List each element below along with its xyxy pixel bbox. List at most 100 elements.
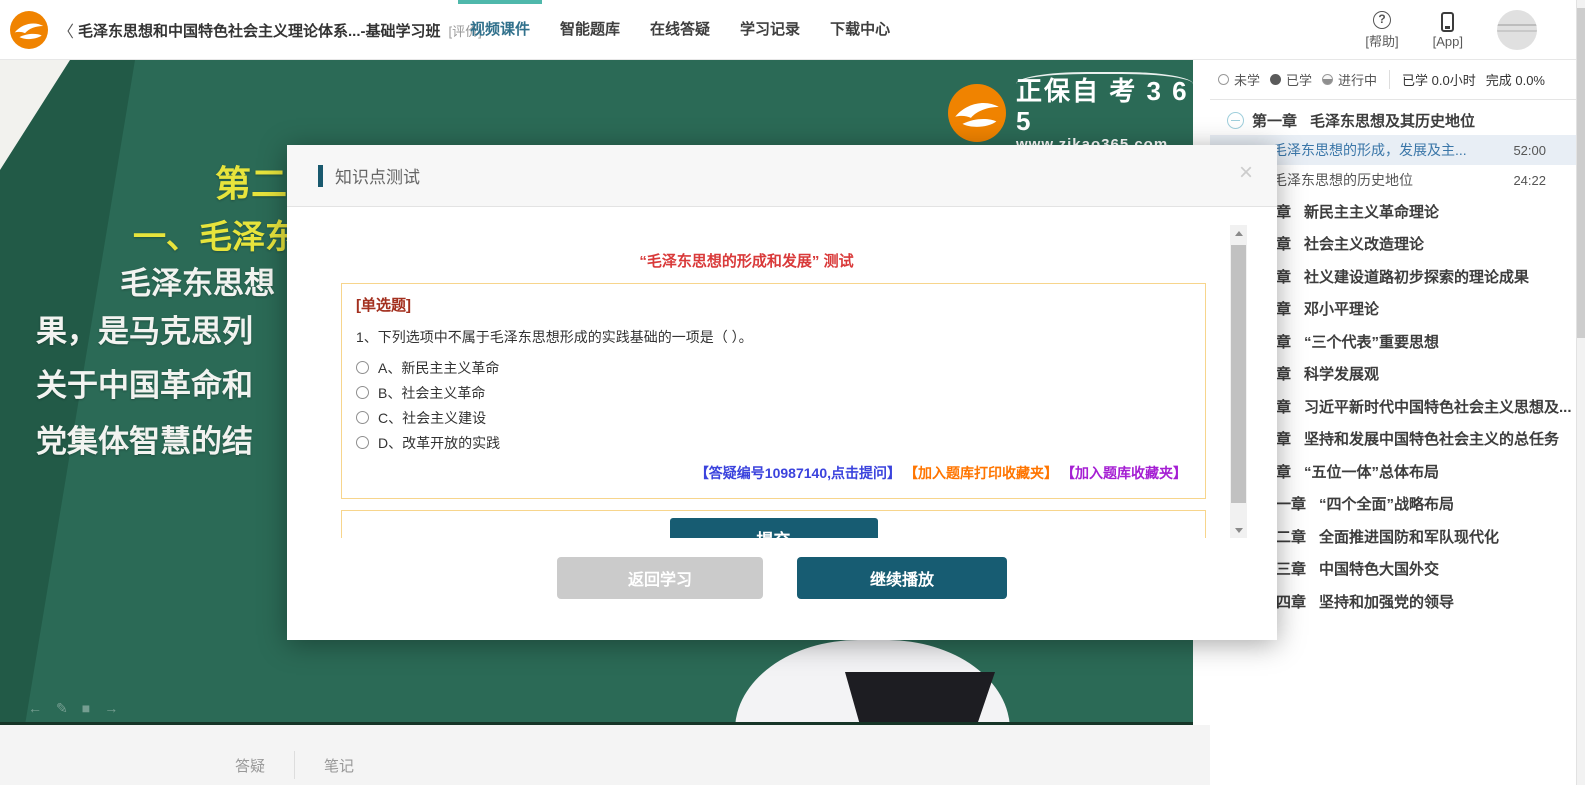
question-link[interactable]: 【加入题库打印收藏夹】 [911, 465, 1058, 481]
quiz-scroll-area: “毛泽东思想的形成和发展” 测试 [单选题] 1、下列选项中不属于毛泽东思想形成… [287, 225, 1247, 538]
legend-unlearned-label: 未学 [1234, 70, 1260, 89]
nav-tab[interactable]: 学习记录 [740, 0, 800, 60]
chapter-title: 科学发展观 [1304, 363, 1379, 384]
scroll-up-arrow[interactable] [1230, 225, 1247, 242]
legend-learned-label: 已学 [1286, 70, 1312, 89]
knowledge-quiz-modal: 知识点测试 × “毛泽东思想的形成和发展” 测试 [单选题] 1、下列选项中不属… [287, 145, 1277, 640]
nav-tab[interactable]: 视频课件 [470, 0, 530, 60]
unlearned-circle-icon [1218, 74, 1229, 85]
close-icon[interactable]: × [1239, 161, 1253, 185]
bottom-tabs: 答疑 笔记 [235, 751, 354, 779]
outline-header: 未学 已学 进行中 已学 0.0小时 完成 0.0% [1210, 60, 1576, 100]
lesson-title: 毛泽东思想的历史地位 [1273, 170, 1413, 190]
scroll-down-arrow[interactable] [1230, 521, 1247, 538]
annotation-tool-icon[interactable]: ← [28, 700, 42, 717]
return-to-study-button[interactable]: 返回学习 [557, 557, 763, 599]
chapter-title: 坚持和发展中国特色社会主义的总任务 [1304, 428, 1559, 449]
chapter-title: 习近平新时代中国特色社会主义思想及... [1304, 396, 1572, 417]
page-scrollbar[interactable] [1576, 0, 1585, 785]
submit-button[interactable]: 提交 [670, 518, 878, 538]
radio-icon[interactable] [356, 411, 369, 424]
study-stats: 已学 0.0小时 完成 0.0% [1389, 70, 1545, 89]
quiz-title: “毛泽东思想的形成和发展” 测试 [287, 250, 1206, 271]
answer-option[interactable]: C、社会主义建设 [356, 405, 1191, 430]
collapse-icon[interactable] [1227, 112, 1244, 129]
hours-learned: 已学 0.0小时 [1402, 70, 1476, 89]
slide-text-line: 关于中国革命和 [36, 360, 253, 405]
brand-logo-icon[interactable] [10, 11, 48, 49]
app-window: 第二节一、毛泽东毛泽东思想果，是马克思列关于中国革命和党集体智慧的结 正保自 考… [0, 0, 1585, 785]
answer-options: A、新民主主义革命 B、社会主义革命 C、社会主义建设 [356, 355, 1191, 455]
submit-section: 提交 [341, 510, 1206, 538]
tab-divider [294, 751, 295, 779]
radio-icon[interactable] [356, 386, 369, 399]
radio-icon[interactable] [356, 436, 369, 449]
question-links: 【答疑编号10987140,点击提问】【加入题库打印收藏夹】【加入题库收藏夹】 [356, 463, 1191, 483]
chapter-title: 毛泽东思想及其历史地位 [1310, 110, 1475, 131]
lesson-duration: 24:22 [1513, 173, 1546, 188]
percent-complete: 完成 0.0% [1486, 70, 1545, 89]
slide-text-line: 一、毛泽东 [133, 210, 298, 258]
phone-icon [1441, 12, 1454, 32]
annotation-tool-icon[interactable]: ✎ [56, 700, 68, 717]
app-button[interactable]: [App] [1433, 12, 1463, 49]
title-accent-bar [318, 165, 323, 187]
chapter-title: 社会主义改造理论 [1304, 233, 1424, 254]
course-header: 〈 毛泽东思想和中国特色社会主义理论体系...-基础学习班 [评价] [58, 0, 482, 60]
lesson-title: 毛泽东思想的形成，发展及主... [1273, 140, 1467, 160]
chapter-title: 邓小平理论 [1304, 298, 1379, 319]
nav-tab[interactable]: 下载中心 [830, 0, 890, 60]
chapter-title: 社义建设道路初步探索的理论成果 [1304, 266, 1529, 287]
sidebar-chapter-1[interactable]: 第一章 毛泽东思想及其历史地位 [1210, 105, 1576, 135]
chapter-title: “三个代表”重要思想 [1304, 331, 1439, 352]
lesson-duration: 52:00 [1513, 143, 1546, 158]
nav-right-cluster: ? [帮助] [App] [1365, 0, 1537, 60]
learned-circle-icon [1270, 74, 1281, 85]
radio-icon[interactable] [356, 361, 369, 374]
help-label: [帮助] [1365, 31, 1398, 50]
user-avatar[interactable] [1497, 10, 1537, 50]
app-label: [App] [1433, 34, 1463, 49]
modal-scrollbar[interactable] [1230, 225, 1247, 538]
back-icon[interactable]: 〈 [58, 18, 74, 42]
slide-text-line: 毛泽东思想 [120, 258, 275, 303]
answer-option[interactable]: B、社会主义革命 [356, 380, 1191, 405]
chapter-title: 全面推进国防和军队现代化 [1319, 526, 1499, 547]
question-type-badge: [单选题] [356, 294, 1191, 315]
annotation-toolbar: ← ✎ ■ → [28, 700, 118, 717]
page-scrollbar-thumb[interactable] [1577, 8, 1585, 338]
slide-text-line: 果，是马克思列 [36, 306, 253, 351]
question-link[interactable]: 【加入题库收藏夹】 [1068, 465, 1187, 481]
modal-actions: 返回学习 继续播放 [287, 557, 1277, 599]
chapter-title: 新民主主义革命理论 [1304, 201, 1439, 222]
answer-option[interactable]: D、改革开放的实践 [356, 430, 1191, 455]
question-box: [单选题] 1、下列选项中不属于毛泽东思想形成的实践基础的一项是（ ）。 A、新… [341, 283, 1206, 499]
chapter-number: 第一章 [1252, 110, 1297, 131]
bottom-panel: 答疑 笔记 [0, 725, 1210, 785]
help-button[interactable]: ? [帮助] [1365, 11, 1398, 50]
nav-tab[interactable]: 智能题库 [560, 0, 620, 60]
legend-in-progress: 进行中 [1322, 70, 1377, 89]
in-progress-circle-icon [1322, 74, 1333, 85]
annotation-tool-icon[interactable]: ■ [82, 700, 90, 717]
answer-option[interactable]: A、新民主主义革命 [356, 355, 1191, 380]
chapter-title: 坚持和加强党的领导 [1319, 591, 1454, 612]
tab-qa[interactable]: 答疑 [235, 755, 265, 776]
main-nav-tabs: 视频课件智能题库在线答疑学习记录下载中心 [470, 0, 890, 60]
help-icon: ? [1373, 11, 1391, 29]
nav-tab[interactable]: 在线答疑 [650, 0, 710, 60]
continue-playback-button[interactable]: 继续播放 [797, 557, 1007, 599]
legend-learned: 已学 [1270, 70, 1312, 89]
course-title: 毛泽东思想和中国特色社会主义理论体系...-基础学习班 [78, 20, 441, 41]
slide-text-line: 党集体智慧的结 [36, 416, 253, 461]
option-label: D、改革开放的实践 [378, 433, 500, 453]
option-label: A、新民主主义革命 [378, 358, 499, 378]
modal-title: 知识点测试 [335, 163, 420, 188]
tab-notes[interactable]: 笔记 [324, 755, 354, 776]
scrollbar-thumb[interactable] [1231, 245, 1246, 503]
top-navigation-bar: 〈 毛泽东思想和中国特色社会主义理论体系...-基础学习班 [评价] 视频课件智… [0, 0, 1585, 60]
legend-in-progress-label: 进行中 [1338, 70, 1377, 89]
option-label: B、社会主义革命 [378, 383, 485, 403]
question-link[interactable]: 【答疑编号10987140,点击提问】 [695, 465, 901, 481]
annotation-tool-icon[interactable]: → [104, 700, 118, 717]
